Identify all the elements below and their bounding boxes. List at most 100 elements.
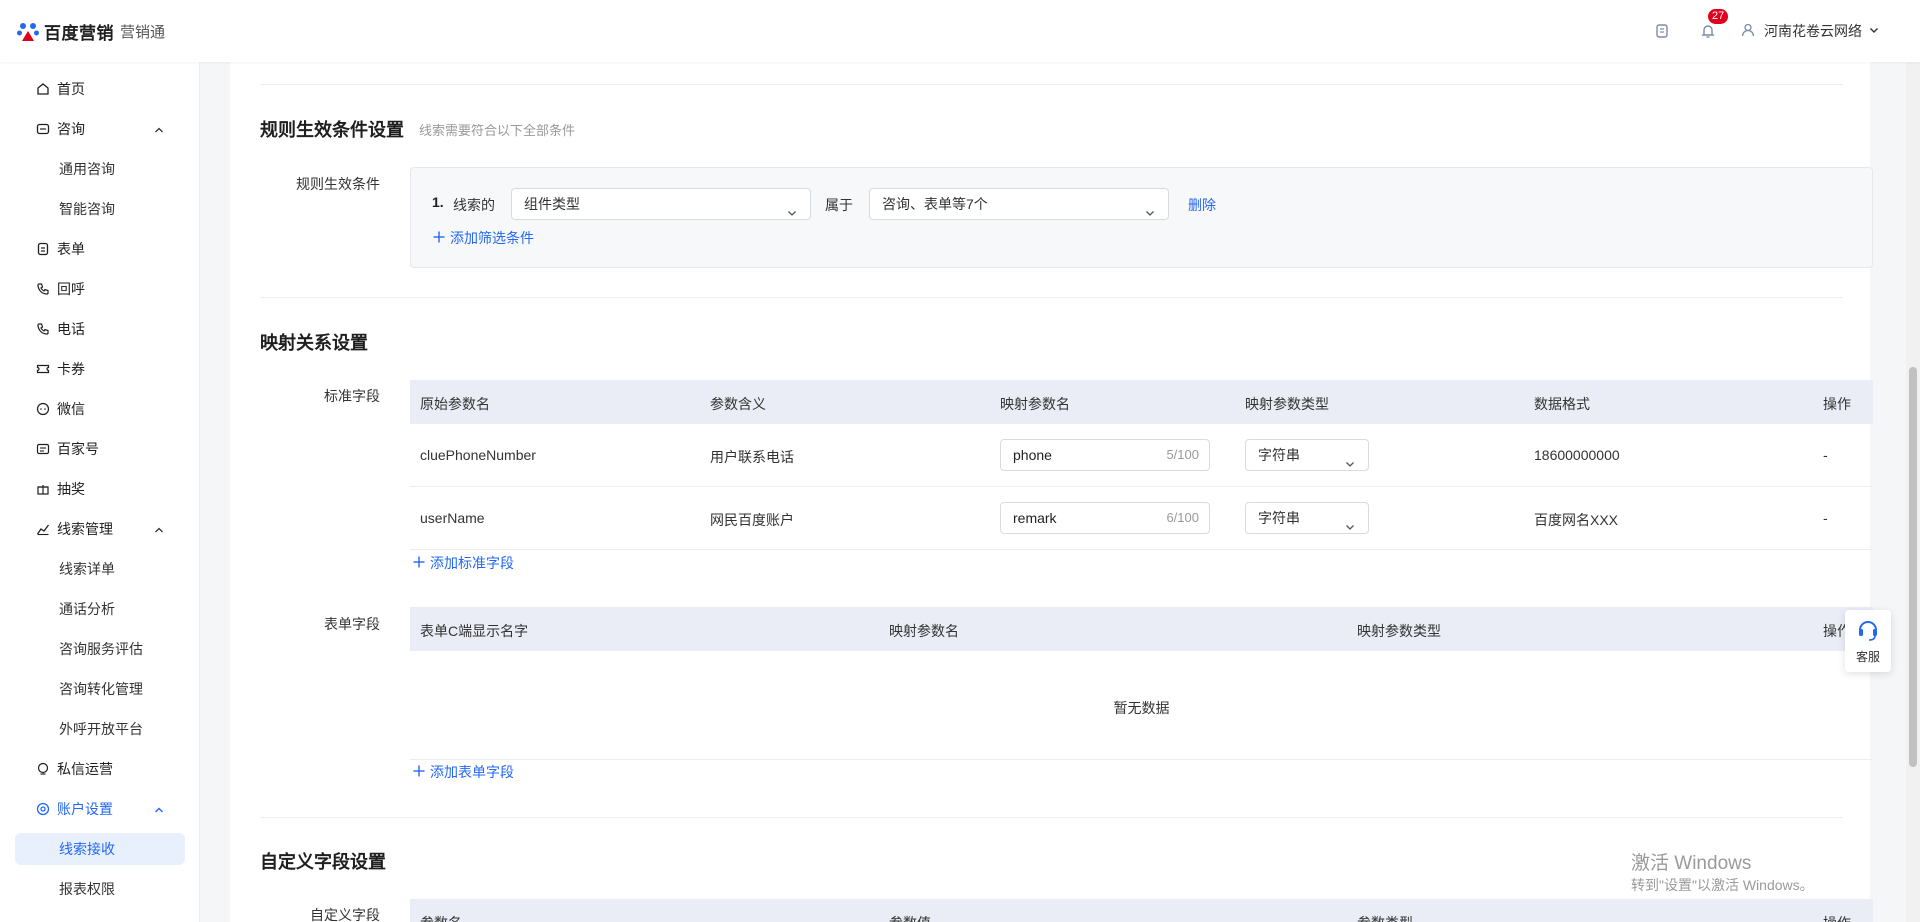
input-value: remark (1013, 510, 1057, 526)
document-icon[interactable] (1648, 17, 1676, 45)
empty-state-text: 暂无数据 (1113, 700, 1170, 716)
add-standard-field-label: 添加标准字段 (430, 555, 514, 571)
data-format: 18600000000 (1534, 447, 1620, 463)
sidebar-item-clue-detail[interactable]: 线索详单 (15, 553, 185, 585)
sidebar-item-consult[interactable]: 咨询 (15, 113, 185, 145)
callback-icon (35, 281, 51, 297)
add-condition-button[interactable]: 添加筛选条件 (432, 228, 534, 248)
private-message-icon (35, 761, 51, 777)
sidebar-item-label: 微信 (57, 401, 85, 417)
vertical-scrollbar[interactable] (1906, 62, 1920, 922)
sidebar-item-label: 智能咨询 (59, 201, 115, 217)
target-param-input[interactable]: remark 6/100 (1000, 502, 1210, 534)
select-value: 字符串 (1258, 510, 1300, 526)
sidebar-item-conversion[interactable]: 咨询转化管理 (15, 673, 185, 705)
sidebar-item-home[interactable]: 首页 (15, 73, 185, 105)
table-row: userName 网民百度账户 remark 6/100 字符串 百度网名XXX… (410, 487, 1873, 550)
chevron-down-icon (1344, 450, 1356, 480)
sidebar-item-wechat[interactable]: 微信 (15, 393, 185, 425)
sidebar-item-callback[interactable]: 回呼 (15, 273, 185, 305)
condition-box: 1. 线索的 组件类型 属于 咨询、表单等7个 删除 添加筛选条件 (410, 167, 1873, 268)
logo[interactable]: 百度营销 营销通 (16, 19, 165, 44)
custom-field-table: 参数名 参数值 参数类型 操作 (410, 899, 1873, 922)
table-header: 原始参数名 参数含义 映射参数名 映射参数类型 数据格式 操作 (410, 380, 1873, 424)
target-param-input[interactable]: phone 5/100 (1000, 439, 1210, 471)
sidebar-item-coupon[interactable]: 卡券 (15, 353, 185, 385)
condition-value-select[interactable]: 咨询、表单等7个 (869, 188, 1169, 220)
sidebar-item-service-eval[interactable]: 咨询服务评估 (15, 633, 185, 665)
add-form-field-button[interactable]: 添加表单字段 (412, 762, 514, 782)
condition-index: 1. (432, 194, 444, 210)
chevron-down-icon (1144, 199, 1156, 229)
sidebar-item-outbound-platform[interactable]: 外呼开放平台 (15, 713, 185, 745)
sidebar-item-label: 线索详单 (59, 561, 115, 577)
param-type-select[interactable]: 字符串 (1245, 439, 1369, 471)
sidebar-item-baijiahao[interactable]: 百家号 (15, 433, 185, 465)
delete-condition-link[interactable]: 删除 (1188, 195, 1216, 215)
condition-operator: 属于 (825, 197, 853, 213)
condition-field-select[interactable]: 组件类型 (511, 188, 811, 220)
column-header: 操作 (1823, 396, 1851, 412)
standard-field-table: 原始参数名 参数含义 映射参数名 映射参数类型 数据格式 操作 cluePhon… (410, 380, 1873, 550)
plus-icon (412, 555, 426, 572)
param-type-select[interactable]: 字符串 (1245, 502, 1369, 534)
table-bottom-border (410, 759, 1873, 760)
gift-icon (35, 481, 51, 497)
column-header: 映射参数类型 (1245, 396, 1329, 412)
sidebar-item-phone[interactable]: 电话 (15, 313, 185, 345)
sidebar-item-lottery[interactable]: 抽奖 (15, 473, 185, 505)
customer-service-button[interactable]: 客服 (1845, 610, 1891, 672)
sidebar-item-call-analysis[interactable]: 通话分析 (15, 593, 185, 625)
table-row: cluePhoneNumber 用户联系电话 phone 5/100 字符串 1… (410, 424, 1873, 487)
sidebar-item-label: 抽奖 (57, 481, 85, 497)
wechat-icon (35, 401, 51, 417)
select-value: 咨询、表单等7个 (882, 196, 988, 212)
column-header: 参数含义 (710, 396, 766, 412)
chevron-down-icon (1868, 23, 1880, 39)
custom-section-title: 自定义字段设置 (260, 852, 386, 872)
add-standard-field-button[interactable]: 添加标准字段 (412, 553, 514, 573)
sidebar-item-report-permission[interactable]: 报表权限 (15, 873, 185, 905)
account-menu[interactable]: 河南花卷云网络 (1740, 21, 1880, 41)
sidebar-item-smart-consult[interactable]: 智能咨询 (15, 193, 185, 225)
param-meaning: 用户联系电话 (710, 449, 794, 465)
sidebar-item-label: 线索接收 (59, 841, 115, 857)
form-icon (35, 241, 51, 257)
standard-field-label: 标准字段 (324, 388, 380, 404)
table-header: 表单C端显示名字 映射参数名 映射参数类型 操作 (410, 607, 1873, 651)
mapping-section-title: 映射关系设置 (260, 333, 368, 353)
source-param: userName (420, 510, 485, 526)
plus-icon (432, 230, 446, 247)
sidebar-item-general-consult[interactable]: 通用咨询 (15, 153, 185, 185)
sidebar-item-account-settings[interactable]: 账户设置 (15, 793, 185, 825)
chart-icon (35, 521, 51, 537)
data-format: 百度网名XXX (1534, 512, 1619, 528)
sidebar-item-form[interactable]: 表单 (15, 233, 185, 265)
column-header: 映射参数名 (889, 623, 959, 639)
plus-icon (412, 764, 426, 781)
brand-name: 百度营销 (44, 24, 114, 43)
sidebar-item-label: 通话分析 (59, 601, 115, 617)
form-field-label: 表单字段 (324, 616, 380, 632)
custom-field-label: 自定义字段 (310, 907, 380, 922)
row-operation: - (1823, 447, 1828, 463)
column-header: 操作 (1823, 913, 1851, 922)
sidebar-item-clue-management[interactable]: 线索管理 (15, 513, 185, 545)
sidebar-item-clue-receive[interactable]: 线索接收 (15, 833, 185, 865)
sidebar-item-label: 表单 (57, 241, 85, 257)
sidebar-item-label: 线索管理 (57, 521, 113, 537)
chat-icon (35, 121, 51, 137)
column-header: 参数类型 (1357, 913, 1413, 922)
column-header: 映射参数类型 (1357, 623, 1441, 639)
sidebar-item-private-message[interactable]: 私信运营 (15, 753, 185, 785)
column-header: 参数名 (420, 913, 462, 922)
rules-section-hint: 线索需要符合以下全部条件 (419, 123, 576, 138)
sidebar-item-label: 电话 (57, 321, 85, 337)
sidebar-item-label: 咨询 (57, 121, 85, 137)
scrollbar-thumb[interactable] (1909, 367, 1917, 767)
sidebar-item-label: 首页 (57, 81, 85, 97)
main-content: 规则生效条件设置 线索需要符合以下全部条件 规则生效条件 1. 线索的 组件类型… (200, 62, 1888, 922)
bell-icon[interactable]: 27 (1694, 9, 1729, 45)
rules-field-label: 规则生效条件 (296, 176, 380, 192)
table-header: 参数名 参数值 参数类型 操作 (410, 899, 1873, 922)
